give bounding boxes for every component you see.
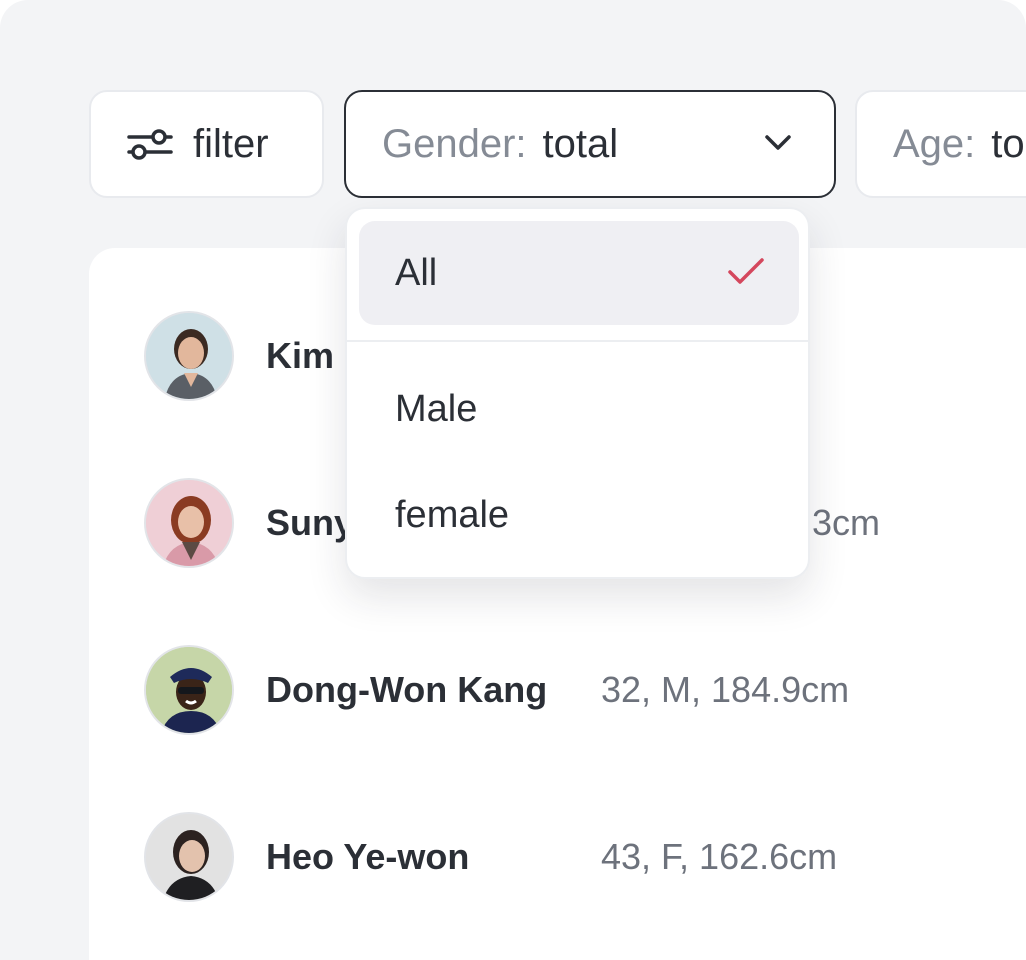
filter-button-label: filter [193,121,269,166]
app-frame: filter Gender: total Age: to Kim Suny 3c… [0,0,1026,960]
option-label: All [395,251,438,294]
person-name: Dong-Won Kang [266,669,548,710]
person-name: Heo Ye-won [266,836,470,877]
filter-button[interactable]: filter [89,90,324,198]
avatar [144,311,234,401]
chevron-down-icon [765,135,791,150]
list-item[interactable]: Heo Ye-won 43, F, 162.6cm [144,811,1024,903]
avatar [144,478,234,568]
dropdown-divider [347,340,808,342]
avatar [144,645,234,735]
gender-dropdown-menu: All Male female [345,207,810,579]
gender-select[interactable]: Gender: total [344,90,836,198]
avatar [144,812,234,902]
sliders-icon [127,129,173,160]
option-label: Male [395,387,478,430]
dropdown-option-all[interactable]: All [359,221,799,325]
gender-select-value: total [542,121,619,166]
list-item[interactable]: Dong-Won Kang 32, M, 184.9cm [144,644,1024,736]
person-meta: 43, F, 162.6cm [601,836,838,877]
option-label: female [395,493,510,536]
age-select[interactable]: Age: to [855,90,1026,198]
dropdown-option-male[interactable]: Male [359,357,799,461]
person-meta: 3cm [812,502,881,543]
person-meta: 32, M, 184.9cm [601,669,850,710]
age-select-label: Age: [893,121,976,166]
dropdown-option-female[interactable]: female [359,463,799,567]
check-icon [728,258,764,284]
age-select-value: to [991,121,1025,166]
gender-select-label: Gender: [382,121,527,166]
